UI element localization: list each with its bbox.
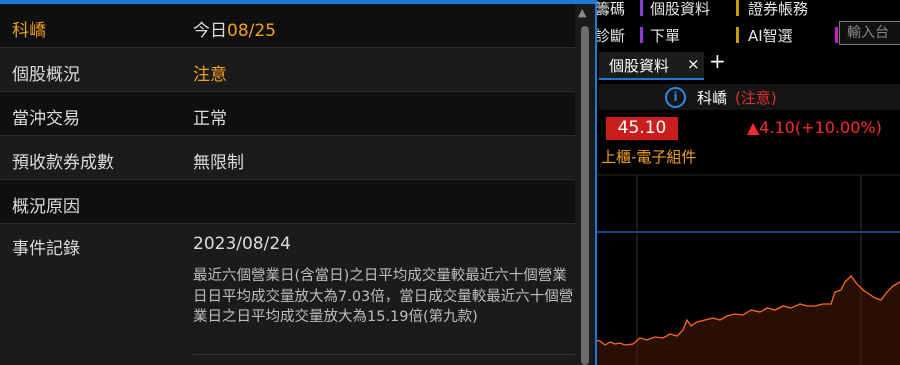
menu-marker — [640, 0, 643, 16]
menu-securities-account[interactable]: 證券帳務 — [748, 0, 808, 19]
menu-marker — [736, 0, 739, 16]
stock-name: 科嶠 — [697, 89, 728, 107]
status-badge: (注意) — [735, 89, 777, 107]
vertical-scrollbar[interactable]: ▲ — [575, 4, 595, 365]
stock-name: 科嶠 — [12, 21, 46, 41]
sector-label: 上櫃-電子組件 — [601, 148, 697, 166]
date-prefix: 今日 — [193, 21, 227, 41]
menu-chips[interactable]: 籌碼 — [595, 0, 625, 19]
daytrade-row: 當沖交易 正常 — [0, 92, 575, 136]
reason-label: 概況原因 — [12, 197, 80, 217]
event-text: 最近六個營業日(含當日)之日平均成交量較最近六十個營業日日平均成交量放大為7.0… — [193, 268, 574, 325]
intraday-price-chart — [595, 170, 900, 365]
menu-stock-info[interactable]: 個股資料 — [650, 0, 710, 19]
date-value: 今日08/25 — [193, 16, 276, 41]
date-accent: 08/25 — [227, 21, 276, 41]
menu-marker — [835, 27, 838, 43]
symbol-search-input[interactable]: 輸入台 — [839, 21, 900, 45]
status-label: 個股概況 — [12, 65, 80, 85]
price-value: 45.10 — [606, 117, 678, 140]
price-change: ▲4.10(+10.00%) — [747, 118, 882, 137]
event-label: 事件記錄 — [12, 239, 80, 259]
menu-marker — [640, 27, 643, 43]
status-value: 注意 — [193, 65, 227, 85]
daytrade-value: 正常 — [193, 109, 227, 129]
menu-order[interactable]: 下單 — [650, 25, 680, 46]
stock-info-panel: 科嶠 今日08/25 個股概況 注意 當沖交易 正常 預收款券成數 無限制 概況… — [0, 0, 583, 365]
info-icon[interactable]: i — [665, 87, 686, 108]
tab-stock-info[interactable]: 個股資料 × — [599, 52, 704, 80]
daytrade-label: 當沖交易 — [12, 109, 80, 129]
close-icon[interactable]: × — [687, 55, 700, 73]
menu-marker — [736, 27, 739, 43]
prepay-label: 預收款券成數 — [12, 153, 114, 173]
add-tab-icon[interactable]: + — [709, 49, 726, 73]
quote-panel: 籌碼 個股資料 證券帳務 診斷 下單 AI智選 輸入台 個股資料 × + i 科… — [595, 0, 900, 365]
reason-row: 概況原因 — [0, 180, 575, 224]
prepay-row: 預收款券成數 無限制 — [0, 136, 575, 180]
panel-divider — [595, 0, 597, 365]
prepay-value: 無限制 — [193, 153, 244, 173]
menu-ai-select[interactable]: AI智選 — [748, 25, 793, 46]
scroll-thumb[interactable] — [581, 26, 589, 365]
stock-name-row: 科嶠 今日08/25 — [0, 4, 575, 48]
stock-header: i 科嶠 (注意) — [599, 84, 900, 110]
menu-diagnosis[interactable]: 診斷 — [595, 25, 625, 46]
tab-label: 個股資料 — [609, 57, 670, 75]
scroll-up-arrow-icon[interactable]: ▲ — [578, 6, 586, 19]
divider — [193, 354, 575, 355]
status-row: 個股概況 注意 — [0, 48, 575, 92]
event-date: 2023/08/24 — [193, 234, 291, 254]
